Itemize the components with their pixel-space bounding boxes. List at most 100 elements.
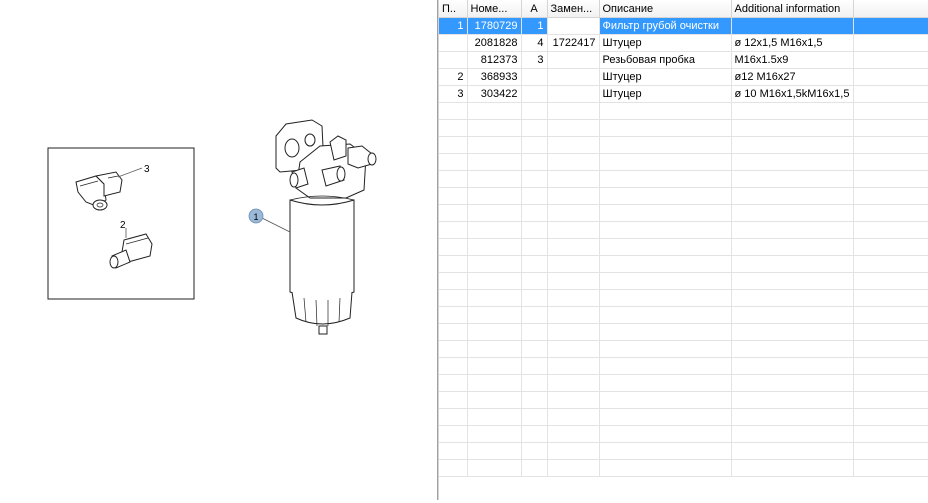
empty-cell[interactable]	[439, 340, 468, 358]
empty-cell[interactable]	[467, 374, 522, 392]
empty-cell[interactable]	[547, 408, 600, 426]
empty-cell[interactable]	[731, 459, 854, 477]
empty-cell[interactable]	[439, 357, 468, 375]
cell-qty[interactable]: 3	[521, 51, 548, 69]
empty-table-row[interactable]	[439, 408, 928, 426]
empty-cell[interactable]	[731, 272, 854, 290]
cell-qty[interactable]	[521, 68, 548, 86]
empty-cell[interactable]	[439, 408, 468, 426]
empty-cell[interactable]	[731, 357, 854, 375]
table-row[interactable]: 812373 3 Резьбовая пробка M16x1.5x9	[439, 51, 928, 69]
cell-qty[interactable]: 1	[521, 17, 548, 35]
cell-number[interactable]: 2081828	[467, 34, 522, 52]
empty-cell[interactable]	[731, 306, 854, 324]
empty-table-row[interactable]	[439, 238, 928, 256]
empty-cell[interactable]	[731, 153, 854, 171]
empty-cell[interactable]	[439, 102, 468, 120]
column-header-description[interactable]: Описание	[599, 0, 732, 18]
empty-cell[interactable]	[467, 204, 522, 222]
empty-cell[interactable]	[599, 442, 732, 460]
empty-cell[interactable]	[547, 425, 600, 443]
table-row[interactable]: 2081828 4 1722417 Штуцер ø 12x1,5 M16x1,…	[439, 34, 928, 52]
empty-cell[interactable]	[731, 289, 854, 307]
cell-number[interactable]: 812373	[467, 51, 522, 69]
empty-table-row[interactable]	[439, 374, 928, 392]
empty-cell[interactable]	[467, 306, 522, 324]
empty-cell[interactable]	[521, 425, 548, 443]
cell-pos[interactable]: 3	[439, 85, 468, 103]
empty-cell[interactable]	[521, 289, 548, 307]
cell-info[interactable]	[731, 17, 854, 35]
empty-cell[interactable]	[547, 136, 600, 154]
empty-cell[interactable]	[467, 357, 522, 375]
empty-cell[interactable]	[467, 391, 522, 409]
part-1-filter-assembly[interactable]	[275, 119, 377, 335]
empty-cell[interactable]	[439, 153, 468, 171]
empty-cell[interactable]	[467, 187, 522, 205]
table-row[interactable]: 3 303422 Штуцер ø 10 M16x1,5kM16x1,5	[439, 85, 928, 103]
cell-replacement[interactable]	[547, 51, 600, 69]
empty-cell[interactable]	[521, 255, 548, 273]
cell-info[interactable]: ø 10 M16x1,5kM16x1,5	[731, 85, 854, 103]
empty-cell[interactable]	[521, 119, 548, 137]
empty-cell[interactable]	[547, 170, 600, 188]
cell-description[interactable]: Резьбовая пробка	[599, 51, 732, 69]
cell-pos[interactable]: 1	[439, 17, 468, 35]
empty-cell[interactable]	[467, 425, 522, 443]
empty-cell[interactable]	[521, 204, 548, 222]
empty-table-row[interactable]	[439, 425, 928, 443]
empty-cell[interactable]	[599, 153, 732, 171]
empty-cell[interactable]	[731, 425, 854, 443]
empty-table-row[interactable]	[439, 187, 928, 205]
empty-cell[interactable]	[467, 153, 522, 171]
empty-cell[interactable]	[599, 391, 732, 409]
column-header-replacement[interactable]: Замен...	[547, 0, 600, 18]
empty-cell[interactable]	[467, 119, 522, 137]
empty-cell[interactable]	[599, 459, 732, 477]
empty-table-row[interactable]	[439, 255, 928, 273]
empty-cell[interactable]	[439, 442, 468, 460]
empty-cell[interactable]	[731, 136, 854, 154]
cell-pos[interactable]: 2	[439, 68, 468, 86]
empty-cell[interactable]	[467, 221, 522, 239]
empty-cell[interactable]	[439, 119, 468, 137]
empty-cell[interactable]	[521, 102, 548, 120]
empty-cell[interactable]	[439, 255, 468, 273]
empty-cell[interactable]	[521, 170, 548, 188]
cell-info[interactable]: ø 12x1,5 M16x1,5	[731, 34, 854, 52]
empty-cell[interactable]	[439, 221, 468, 239]
empty-cell[interactable]	[521, 153, 548, 171]
empty-cell[interactable]	[599, 170, 732, 188]
cell-description[interactable]: Фильтр грубой очистки	[599, 17, 732, 35]
empty-cell[interactable]	[521, 357, 548, 375]
empty-cell[interactable]	[547, 102, 600, 120]
empty-cell[interactable]	[547, 255, 600, 273]
empty-cell[interactable]	[467, 170, 522, 188]
empty-cell[interactable]	[521, 323, 548, 341]
empty-cell[interactable]	[547, 374, 600, 392]
empty-cell[interactable]	[521, 306, 548, 324]
empty-table-row[interactable]	[439, 306, 928, 324]
empty-cell[interactable]	[731, 170, 854, 188]
empty-cell[interactable]	[731, 187, 854, 205]
empty-cell[interactable]	[467, 102, 522, 120]
empty-cell[interactable]	[599, 187, 732, 205]
empty-cell[interactable]	[731, 204, 854, 222]
empty-cell[interactable]	[599, 119, 732, 137]
empty-cell[interactable]	[599, 221, 732, 239]
empty-cell[interactable]	[599, 425, 732, 443]
empty-table-row[interactable]	[439, 221, 928, 239]
empty-table-row[interactable]	[439, 153, 928, 171]
empty-cell[interactable]	[521, 442, 548, 460]
empty-cell[interactable]	[547, 306, 600, 324]
empty-table-row[interactable]	[439, 204, 928, 222]
cell-info[interactable]: ø12 M16x27	[731, 68, 854, 86]
cell-description[interactable]: Штуцер	[599, 34, 732, 52]
empty-table-row[interactable]	[439, 340, 928, 358]
empty-cell[interactable]	[521, 340, 548, 358]
empty-cell[interactable]	[439, 323, 468, 341]
empty-cell[interactable]	[599, 374, 732, 392]
empty-cell[interactable]	[439, 204, 468, 222]
empty-cell[interactable]	[547, 323, 600, 341]
empty-cell[interactable]	[467, 289, 522, 307]
